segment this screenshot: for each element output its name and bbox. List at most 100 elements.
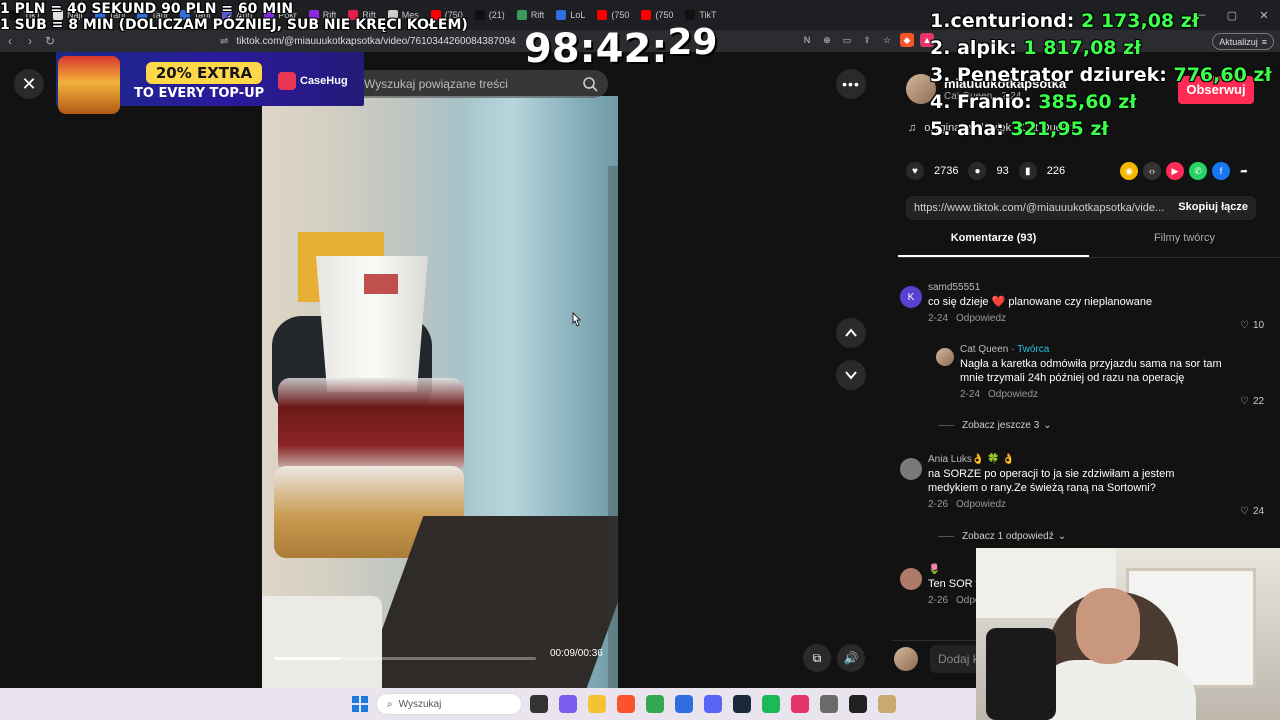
send-icon[interactable]: ▶ bbox=[1166, 162, 1184, 180]
treasure-chest-icon bbox=[58, 56, 120, 114]
cast-icon[interactable]: ▭ bbox=[840, 33, 854, 47]
leaderboard-name: 3. Penetrator dziurek: bbox=[930, 64, 1174, 86]
donation-rule-line: 1 PLN = 40 SEKUND 90 PLN = 60 MIN bbox=[0, 1, 294, 17]
copy-link-button[interactable]: Skopiuj łącze bbox=[1178, 201, 1248, 213]
facebook-icon[interactable]: f bbox=[1212, 162, 1230, 180]
video-link-field[interactable]: https://www.tiktok.com/@miauuukotkapsotk… bbox=[906, 196, 1256, 220]
reload-icon[interactable]: ↻ bbox=[40, 31, 60, 51]
task-view-icon[interactable] bbox=[530, 695, 548, 713]
share-arrow-icon[interactable]: ➦ bbox=[1235, 162, 1253, 180]
video-progress-fill bbox=[274, 657, 340, 660]
chevron-down-icon: ⌄ bbox=[1057, 531, 1067, 542]
tab-favicon-icon bbox=[556, 10, 567, 20]
ellipsis-icon: ••• bbox=[842, 76, 860, 92]
comment-icon[interactable]: ● bbox=[968, 162, 987, 180]
tab-label: TikT bbox=[699, 10, 717, 20]
store-icon[interactable] bbox=[675, 695, 693, 713]
comment-like[interactable]: ♡ 10 bbox=[1240, 320, 1264, 331]
brave-icon[interactable] bbox=[617, 695, 635, 713]
leaderboard-name: 2. alpik: bbox=[930, 37, 1024, 59]
whatsapp-icon[interactable]: ✆ bbox=[1189, 162, 1207, 180]
creator-badge: Twórca bbox=[1017, 344, 1050, 355]
leaderboard-name: 1.centuriond: bbox=[930, 10, 1081, 32]
webcam-streamer-shirt bbox=[1036, 660, 1196, 720]
browser-tab[interactable]: LoL bbox=[550, 4, 591, 26]
tab-label: (21) bbox=[488, 10, 505, 20]
brave-beta-icon[interactable] bbox=[791, 695, 809, 713]
copilot-icon[interactable] bbox=[559, 695, 577, 713]
reply-link[interactable]: Odpowiedz bbox=[988, 389, 1038, 400]
leaderboard-row: 5. aha: 321,95 zł bbox=[930, 116, 1272, 143]
tab-favicon-icon bbox=[597, 10, 608, 20]
coin-icon[interactable]: ◉ bbox=[1120, 162, 1138, 180]
timer-seconds: 29 bbox=[667, 22, 718, 63]
commenter-avatar[interactable] bbox=[900, 458, 922, 480]
tab-favicon-icon bbox=[685, 10, 696, 20]
forward-icon[interactable]: › bbox=[20, 31, 40, 51]
spotify-icon[interactable] bbox=[762, 695, 780, 713]
comment-date: 2-26 bbox=[928, 595, 949, 606]
commenter-name[interactable]: samd55551 bbox=[928, 282, 1218, 293]
taskbar-search[interactable]: ⌕ Wyszukaj bbox=[376, 693, 522, 715]
leaderboard-amount: 776,60 zł bbox=[1173, 64, 1272, 86]
previous-video-button[interactable] bbox=[836, 318, 866, 348]
leaderboard-name: 4. Franio: bbox=[930, 91, 1039, 113]
zoom-icon[interactable]: ⊕ bbox=[820, 33, 834, 47]
view-more-replies[interactable]: Zobacz 1 odpowiedź ⌄ bbox=[938, 531, 1066, 542]
subathon-timer: 98:42:29 bbox=[524, 22, 717, 72]
promo-percent: 20% EXTRA bbox=[146, 62, 262, 84]
volume-button[interactable]: 🔊 bbox=[837, 644, 865, 672]
browser-tab[interactable]: Rift bbox=[511, 4, 551, 26]
site-settings-icon[interactable]: ⇌ bbox=[220, 36, 228, 47]
brave-shield-icon[interactable]: ◆ bbox=[900, 33, 914, 47]
video-time: 00:09/00:36 bbox=[550, 648, 603, 659]
commenter-name[interactable]: Cat Queen bbox=[960, 344, 1008, 355]
browser-tab[interactable]: (750 bbox=[591, 4, 635, 26]
video-progress-bar[interactable] bbox=[274, 657, 536, 660]
chrome-icon[interactable] bbox=[646, 695, 664, 713]
app-icon[interactable] bbox=[849, 695, 867, 713]
embed-icon[interactable]: ‹› bbox=[1143, 162, 1161, 180]
search-icon[interactable] bbox=[582, 76, 598, 92]
comment-text: co się dzieje ❤️ planowane czy nieplanow… bbox=[928, 296, 1153, 308]
discord-icon[interactable] bbox=[704, 695, 722, 713]
view-more-replies[interactable]: Zobacz jeszcze 3 ⌄ bbox=[938, 420, 1052, 431]
reply-link[interactable]: Odpowiedz bbox=[956, 499, 1006, 510]
like-count: 2736 bbox=[934, 165, 959, 177]
comment-like[interactable]: ♡ 22 bbox=[1240, 396, 1264, 407]
share-icon[interactable]: ⇪ bbox=[860, 33, 874, 47]
tab-label: (750 bbox=[611, 10, 630, 20]
reader-icon[interactable]: N bbox=[800, 33, 814, 47]
creator-avatar[interactable] bbox=[936, 348, 954, 366]
windows-start-icon[interactable] bbox=[352, 696, 368, 712]
promo-brand: CaseHug bbox=[278, 72, 348, 90]
leaderboard-row: 2. alpik: 1 817,08 zł bbox=[930, 35, 1272, 62]
commenter-name[interactable]: Ania Luks👌 🍀 👌 bbox=[928, 454, 1218, 465]
settings-icon[interactable] bbox=[820, 695, 838, 713]
close-video-button[interactable]: ✕ bbox=[14, 69, 44, 99]
commenter-avatar[interactable] bbox=[900, 568, 922, 590]
casehug-promo-banner[interactable]: 20% EXTRA TO EVERY TOP-UP CaseHug bbox=[56, 52, 364, 114]
bookmark-icon[interactable]: ▮ bbox=[1018, 162, 1037, 180]
tab-comments[interactable]: Komentarze (93) bbox=[898, 232, 1089, 257]
commenter-avatar[interactable]: K bbox=[900, 286, 922, 308]
tab-creator-videos[interactable]: Filmy twórcy bbox=[1089, 232, 1280, 257]
picture-in-picture-icon: ⧉ bbox=[812, 650, 822, 665]
back-icon[interactable]: ‹ bbox=[0, 31, 20, 51]
bookmark-icon[interactable]: ☆ bbox=[880, 33, 894, 47]
browser-tab[interactable]: (21) bbox=[469, 4, 511, 26]
file-explorer-icon[interactable] bbox=[588, 695, 606, 713]
next-video-button[interactable] bbox=[836, 360, 866, 390]
league-icon[interactable] bbox=[878, 695, 896, 713]
chevron-down-icon bbox=[845, 371, 857, 380]
steam-icon[interactable] bbox=[733, 695, 751, 713]
tab-label: (750 bbox=[655, 10, 674, 20]
pip-button[interactable]: ⧉ bbox=[803, 644, 831, 672]
video-player[interactable]: 00:09/00:36 bbox=[262, 96, 618, 688]
like-icon[interactable]: ♥ bbox=[906, 162, 924, 180]
mouse-cursor-icon bbox=[572, 312, 581, 327]
reply-link[interactable]: Odpowiedz bbox=[956, 313, 1006, 324]
url-text: tiktok.com/@miauuukotkapsotka/video/7610… bbox=[236, 35, 516, 47]
more-options-button[interactable]: ••• bbox=[836, 69, 866, 99]
comment-like[interactable]: ♡ 24 bbox=[1240, 506, 1264, 517]
